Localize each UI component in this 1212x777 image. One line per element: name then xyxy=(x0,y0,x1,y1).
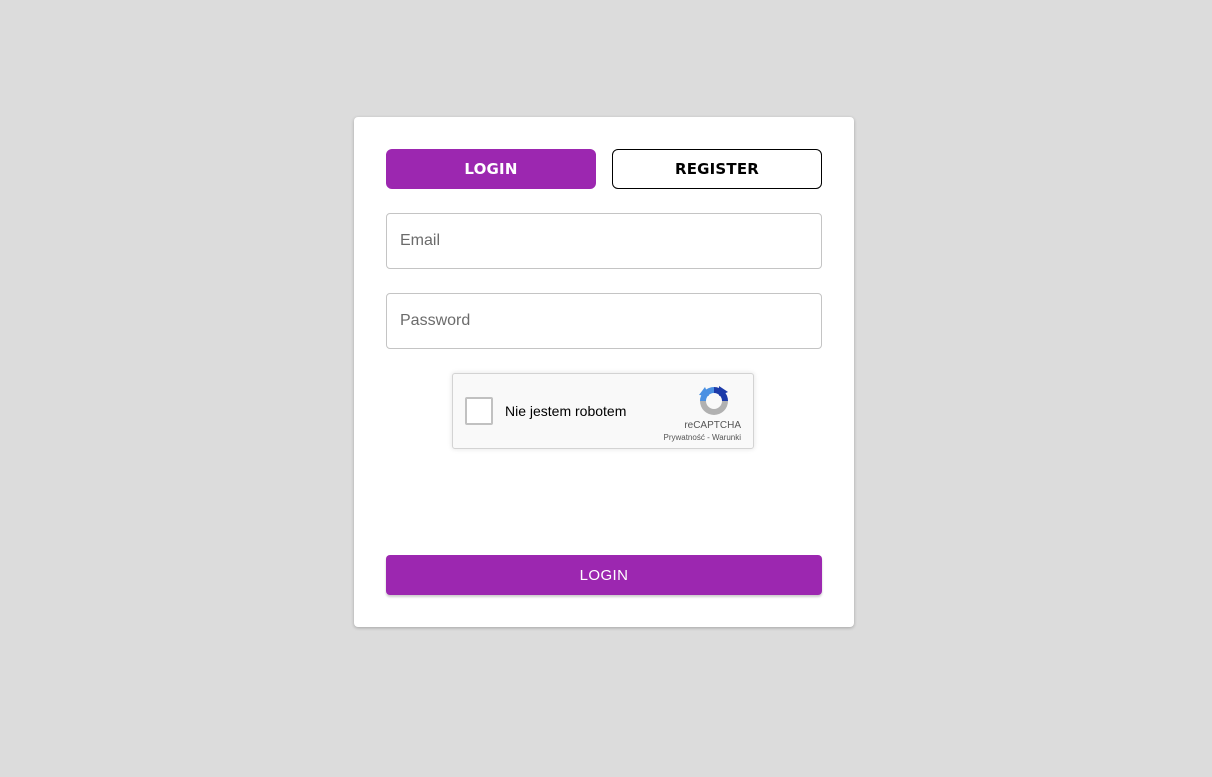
login-card: LOGIN REGISTER Nie jestem robotem reCAPT… xyxy=(354,117,854,627)
captcha-terms-link[interactable]: Warunki xyxy=(712,433,741,442)
recaptcha-widget: Nie jestem robotem reCAPTCHA Prywatność … xyxy=(452,373,754,449)
auth-tabs: LOGIN REGISTER xyxy=(386,149,822,189)
captcha-privacy-link[interactable]: Prywatność xyxy=(663,433,704,442)
login-submit-button[interactable]: LOGIN xyxy=(386,555,822,595)
password-field[interactable] xyxy=(386,293,822,349)
tab-register[interactable]: REGISTER xyxy=(612,149,822,189)
email-field[interactable] xyxy=(386,213,822,269)
captcha-brand: reCAPTCHA xyxy=(684,420,741,431)
tab-login[interactable]: LOGIN xyxy=(386,149,596,189)
captcha-label: Nie jestem robotem xyxy=(505,403,627,419)
captcha-checkbox[interactable] xyxy=(465,397,493,425)
recaptcha-icon xyxy=(699,386,728,415)
captcha-link-separator: - xyxy=(704,433,712,442)
captcha-links: Prywatność - Warunki xyxy=(663,433,741,442)
